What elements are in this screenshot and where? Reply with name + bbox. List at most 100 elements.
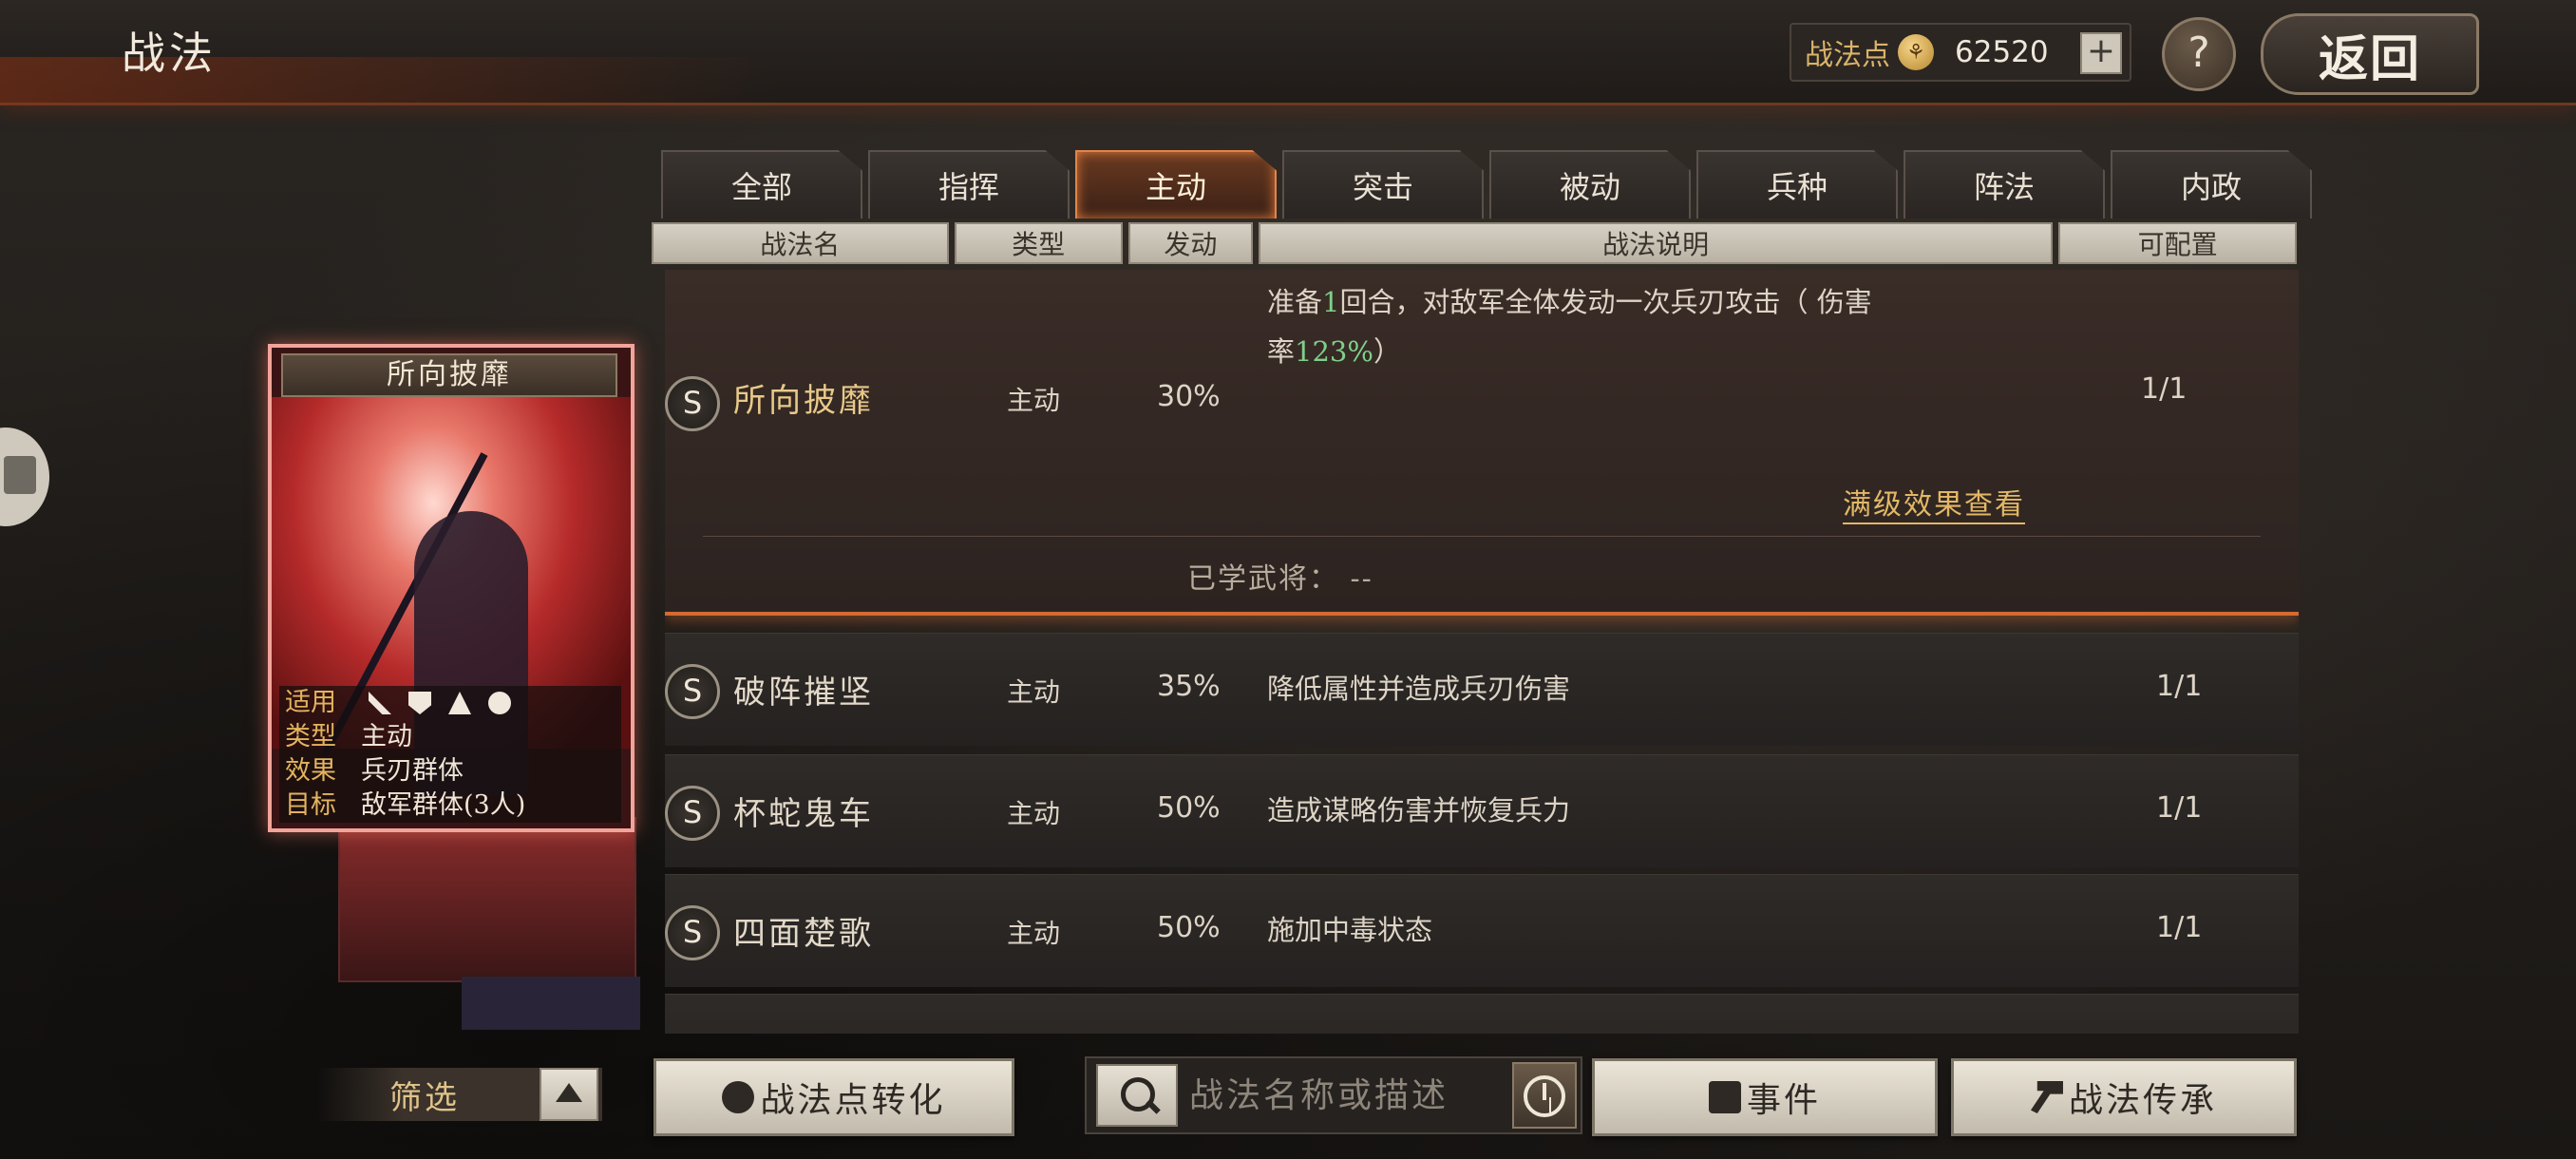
- desc-text-c: 率: [1267, 335, 1296, 368]
- skill-description: 造成谋略伤害并恢复兵力: [1267, 794, 1571, 826]
- skill-name: 杯蛇鬼车: [733, 795, 874, 833]
- skill-type: 主动: [1007, 798, 1061, 829]
- card-apply-row: 适用: [279, 686, 621, 720]
- convert-points-label: 战法点转化: [760, 1081, 946, 1120]
- col-header-config[interactable]: 可配置: [2058, 222, 2297, 264]
- card-effect-value: 兵刃群体: [361, 756, 464, 786]
- cavalry-icon: [369, 692, 391, 714]
- convert-points-button[interactable]: 战法点转化: [653, 1058, 1014, 1136]
- wheel-icon: [488, 692, 511, 714]
- events-button[interactable]: 事件: [1592, 1058, 1938, 1136]
- search-bar: [1085, 1056, 1582, 1134]
- card-target-row: 目标 敌军群体(3人): [279, 788, 621, 823]
- card-apply-label: 适用: [285, 688, 336, 717]
- col-header-type[interactable]: 类型: [954, 222, 1123, 264]
- alert-icon: [1708, 1081, 1741, 1113]
- skill-type: 主动: [1007, 676, 1061, 708]
- col-header-name[interactable]: 战法名: [652, 222, 949, 264]
- table-row-selected[interactable]: S 所向披靡 主动 30% 准备1回合，对敌军全体发动一次兵刃攻击（ 伤害率12…: [665, 270, 2299, 616]
- desc-damage-rate: 123%: [1295, 335, 1373, 368]
- learned-generals: 已学武将： --: [1187, 562, 1373, 596]
- filter-toggle-button[interactable]: [540, 1068, 598, 1121]
- tab-all[interactable]: 全部: [661, 150, 862, 218]
- tab-internal[interactable]: 内政: [2111, 150, 2312, 218]
- help-button[interactable]: ?: [2162, 17, 2236, 91]
- tab-command[interactable]: 指挥: [868, 150, 1070, 218]
- skill-name: 四面楚歌: [733, 915, 874, 953]
- skill-points-value: 62520: [1955, 35, 2049, 69]
- page-title: 战法: [122, 28, 217, 79]
- desc-text-a: 准备: [1267, 286, 1323, 318]
- skill-config: 1/1: [2156, 670, 2203, 703]
- full-level-effect-link[interactable]: 满级效果查看: [1843, 481, 2025, 524]
- card-type-value: 主动: [361, 722, 412, 751]
- table-row[interactable]: S 杯蛇鬼车 主动 50% 造成谋略伤害并恢复兵力 1/1: [665, 754, 2299, 867]
- desc-text-d: ）: [1373, 335, 1401, 368]
- card-type-row: 类型 主动: [279, 720, 621, 754]
- shield-icon: [408, 692, 431, 714]
- rank-badge: S: [665, 905, 720, 960]
- table-header: 战法名 类型 发动 战法说明 可配置: [652, 222, 2297, 264]
- col-header-desc[interactable]: 战法说明: [1259, 222, 2054, 264]
- skill-rate: 50%: [1157, 791, 1221, 825]
- card-target-value: 敌军群体(3人): [361, 790, 526, 820]
- skill-rate: 35%: [1157, 670, 1221, 703]
- skill-card[interactable]: 所向披靡 适用 类型 主动 效果 兵刃群体 目标 敌军群体(3人): [268, 344, 635, 832]
- table-row[interactable]: S 破阵摧坚 主动 35% 降低属性并造成兵刃伤害 1/1: [665, 633, 2299, 746]
- skill-rate: 50%: [1157, 911, 1221, 944]
- tab-troop[interactable]: 兵种: [1696, 150, 1898, 218]
- skill-card-info: 适用 类型 主动 效果 兵刃群体 目标 敌军群体(3人): [279, 686, 621, 823]
- history-clock-button[interactable]: [1512, 1062, 1577, 1129]
- skill-description: 降低属性并造成兵刃伤害: [1267, 673, 1571, 705]
- flame-icon: [722, 1081, 755, 1113]
- skill-description: 准备1回合，对敌军全体发动一次兵刃攻击（ 伤害率123%）: [1267, 277, 2084, 376]
- desc-rounds: 1: [1322, 286, 1340, 318]
- col-header-rate[interactable]: 发动: [1127, 222, 1254, 264]
- filter-label[interactable]: 筛选: [389, 1072, 460, 1118]
- skill-points-label: 战法点: [1805, 39, 1890, 72]
- skill-card-title: 所向披靡: [281, 353, 617, 397]
- skill-list[interactable]: S 所向披靡 主动 30% 准备1回合，对敌军全体发动一次兵刃攻击（ 伤害率12…: [665, 270, 2299, 1034]
- card-target-label: 目标: [285, 790, 336, 820]
- skill-name: 所向披靡: [733, 382, 874, 420]
- hammer-icon: [2030, 1081, 2063, 1113]
- divider: [703, 536, 2261, 537]
- archer-icon: [448, 692, 471, 714]
- card-stack-back-2: [462, 977, 640, 1030]
- search-button[interactable]: [1096, 1064, 1178, 1127]
- card-effect-label: 效果: [285, 756, 336, 786]
- skill-name: 破阵摧坚: [733, 674, 874, 712]
- skill-inherit-label: 战法传承: [2068, 1081, 2217, 1120]
- back-button[interactable]: 返回: [2261, 13, 2479, 95]
- add-points-button[interactable]: +: [2080, 32, 2122, 74]
- events-label: 事件: [1746, 1081, 1821, 1120]
- drawer-icon: [4, 456, 36, 494]
- skill-type: 主动: [1007, 385, 1061, 416]
- skill-config: 1/1: [2156, 911, 2203, 944]
- tab-passive[interactable]: 被动: [1489, 150, 1691, 218]
- skill-point-coin-icon: ⚘: [1898, 34, 1934, 70]
- skill-config: 1/1: [2141, 372, 2188, 406]
- card-effect-row: 效果 兵刃群体: [279, 754, 621, 788]
- tab-assault[interactable]: 突击: [1282, 150, 1484, 218]
- skill-inherit-button[interactable]: 战法传承: [1951, 1058, 2297, 1136]
- skill-rate: 30%: [1157, 380, 1221, 413]
- skill-config: 1/1: [2156, 791, 2203, 825]
- card-stack-back: [338, 817, 636, 982]
- category-tabs: 全部 指挥 主动 突击 被动 兵种 阵法 内政: [661, 150, 2312, 218]
- rank-badge: S: [665, 786, 720, 841]
- table-row[interactable]: S 四面楚歌 主动 50% 施加中毒状态 1/1: [665, 874, 2299, 987]
- skill-description: 施加中毒状态: [1267, 914, 1433, 946]
- tab-formation[interactable]: 阵法: [1904, 150, 2105, 218]
- tab-active[interactable]: 主动: [1075, 150, 1277, 218]
- skill-points-box: 战法点 ⚘ 62520 +: [1790, 23, 2131, 82]
- card-type-label: 类型: [285, 722, 336, 751]
- top-bar: 战法 战法点 ⚘ 62520 + ? 返回: [0, 0, 2576, 105]
- back-label: 返回: [2318, 29, 2421, 88]
- desc-text-b: 回合，对敌军全体发动一次兵刃攻击（ 伤害: [1339, 286, 1872, 318]
- rank-badge: S: [665, 664, 720, 719]
- table-row-partial[interactable]: [665, 994, 2299, 1034]
- rank-badge: S: [665, 376, 720, 431]
- title-glow: [0, 57, 779, 104]
- skill-type: 主动: [1007, 918, 1061, 949]
